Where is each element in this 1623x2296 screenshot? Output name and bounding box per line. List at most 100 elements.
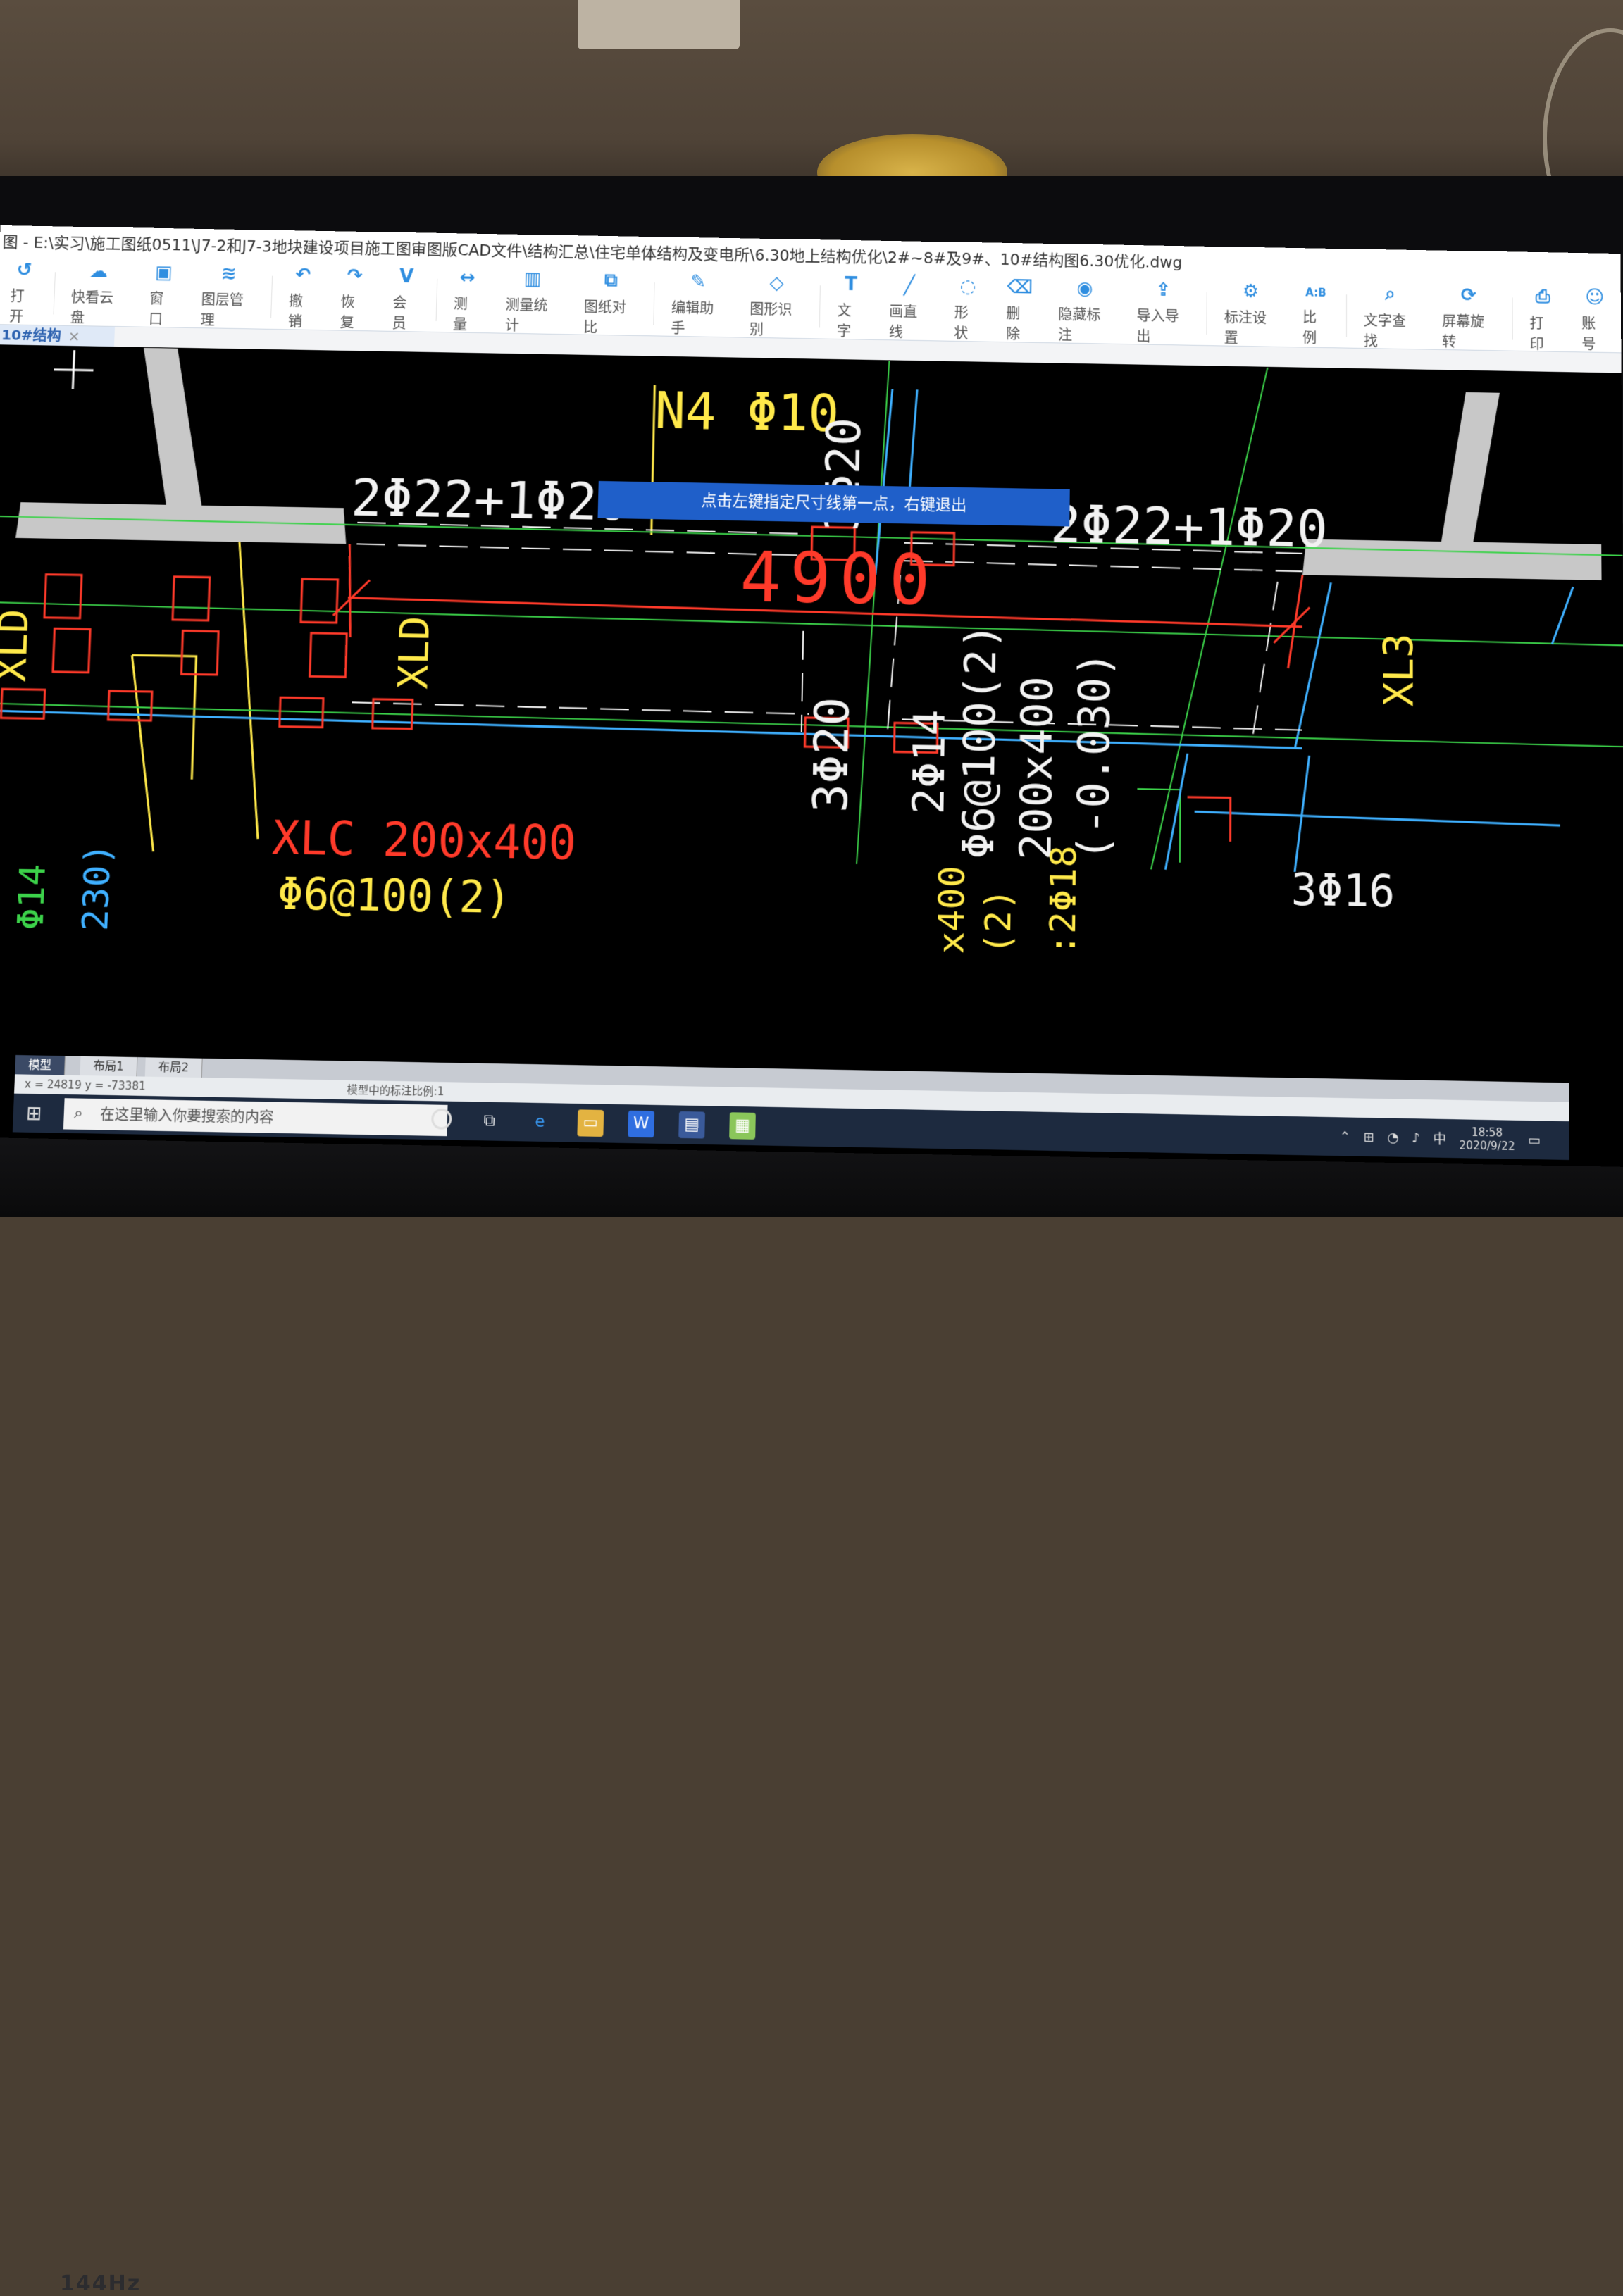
- toolbar-label: 导入导出: [1136, 307, 1179, 345]
- toolbar-button-eraser[interactable]: ⌫ 删除: [993, 276, 1046, 343]
- account-icon: ☺: [1585, 287, 1605, 308]
- label-xld-mid: XLD: [391, 616, 440, 690]
- system-tray: ⌃ ⊞ ◔ ♪ 中 18:58 2020/9/22 ▭: [1339, 1117, 1540, 1159]
- toolbar-button-measure-stats[interactable]: ▥ 测量统计: [492, 268, 572, 335]
- app-icon-blue[interactable]: W: [628, 1110, 655, 1138]
- undo-icon: ↶: [294, 264, 311, 286]
- annotation-settings-icon: ⚙: [1242, 280, 1260, 303]
- cad-viewer-icon[interactable]: ▤: [678, 1111, 705, 1139]
- label-xl3: XL3: [1376, 633, 1423, 707]
- toolbar-label: 账号: [1581, 315, 1596, 353]
- cursor-coordinates: x = 24819 y = -73381: [24, 1077, 147, 1093]
- label-xlc-stirrup: Φ6@100(2): [277, 868, 512, 924]
- toolbar-separator: [435, 278, 437, 321]
- label-frag-5: :2Φ18: [1042, 845, 1085, 956]
- search-placeholder: 在这里输入你要搜索的内容: [99, 1105, 274, 1127]
- toolbar-label: 测量: [452, 295, 468, 333]
- text-icon: T: [844, 273, 858, 296]
- toolbar-button-line[interactable]: ╱ 画直线: [876, 275, 943, 340]
- toolbar-label: 屏幕旋转: [1442, 312, 1485, 351]
- label-beam-size: 200x400: [1011, 676, 1063, 861]
- label-beam-main-rebar: 2Φ14: [904, 709, 955, 815]
- toolbar-separator: [53, 272, 56, 315]
- eraser-icon: ⌫: [1007, 276, 1033, 299]
- toolbar-button-account[interactable]: ☺ 账号: [1569, 287, 1621, 353]
- volume-icon[interactable]: ♪: [1412, 1130, 1420, 1145]
- toolbar-button-compare[interactable]: ⧉ 图纸对比: [571, 269, 650, 336]
- toolbar-button-measure[interactable]: ↔ 测量: [440, 267, 494, 333]
- measure-stats-icon: ▥: [523, 268, 542, 290]
- toolbar-button-window[interactable]: ▣ 窗口: [136, 262, 190, 327]
- toolbar-label: 文字查找: [1363, 311, 1406, 349]
- toolbar-button-shape-recognition[interactable]: ◇ 图形识别: [737, 273, 816, 338]
- vip-icon: V: [399, 266, 414, 288]
- cursor-crosshair: [53, 350, 94, 389]
- taskbar-search-input[interactable]: ⌕ 在这里输入你要搜索的内容: [63, 1098, 448, 1137]
- chevron-up-icon[interactable]: ⌃: [1339, 1129, 1350, 1144]
- cortana-icon[interactable]: [430, 1108, 452, 1130]
- clock-time: 18:58: [1471, 1125, 1503, 1140]
- tab-label: 10#结构: [1, 326, 62, 344]
- beam-lines-cyan: [0, 373, 1575, 877]
- toolbar-button-open[interactable]: ↺ 打开: [0, 259, 51, 325]
- network-icon[interactable]: ⊞: [1363, 1129, 1374, 1144]
- toolbar-label: 图纸对比: [583, 297, 627, 336]
- cloud-icon: ☁: [89, 261, 108, 282]
- toolbar-separator: [819, 285, 821, 328]
- toolbar-button-redo[interactable]: ↷ 恢复: [327, 266, 380, 331]
- toolbar-label: 图形识别: [749, 300, 792, 339]
- scale-icon: A:B: [1305, 286, 1326, 299]
- toolbar-button-hide-annotation[interactable]: ◉ 隐藏标注: [1045, 278, 1124, 344]
- toolbar-button-text-search[interactable]: ⌕ 文字查找: [1351, 282, 1429, 349]
- toolbar-separator: [653, 282, 655, 325]
- shape-recognition-icon: ◇: [769, 272, 784, 294]
- label-frag-1: Φ14: [9, 863, 54, 930]
- toolbar-button-rotate-screen[interactable]: ⟳ 屏幕旋转: [1429, 285, 1508, 350]
- clock-date: 2020/9/22: [1459, 1138, 1515, 1154]
- line-icon: ╱: [903, 275, 916, 297]
- tab-model[interactable]: 模型: [15, 1054, 66, 1075]
- toolbar-button-undo[interactable]: ↶ 撤销: [275, 264, 330, 330]
- toolbar-button-edit-assistant[interactable]: ✎ 编辑助手: [658, 271, 738, 337]
- system-clock[interactable]: 18:58 2020/9/22: [1459, 1125, 1515, 1153]
- dimension-value: 4900: [740, 537, 940, 621]
- shape-icon: ◌: [959, 275, 976, 298]
- toolbar-button-print[interactable]: ⎙ 打印: [1517, 285, 1569, 352]
- app-icon-green[interactable]: ▦: [729, 1112, 756, 1140]
- rotate-screen-icon: ⟳: [1460, 285, 1476, 306]
- label-rebar-mid-bottom: 3Φ20: [803, 697, 860, 813]
- toolbar-button-import-export[interactable]: ⇪ 导入导出: [1124, 280, 1202, 345]
- toolbar-label: 标注设置: [1224, 308, 1267, 347]
- label-frag-2: 230): [74, 842, 119, 931]
- label-frag-4: (2): [977, 888, 1019, 955]
- tab-layout2[interactable]: 布局2: [144, 1057, 203, 1078]
- ime-indicator[interactable]: 中: [1433, 1128, 1446, 1148]
- toolbar-button-cloud[interactable]: ☁ 快看云盘: [57, 261, 138, 326]
- notification-icon[interactable]: ▭: [1528, 1132, 1541, 1147]
- windows-start-icon[interactable]: ⊞: [26, 1103, 43, 1125]
- task-view-icon[interactable]: ⧉: [476, 1108, 503, 1135]
- refresh-rate-badge: 144Hz: [60, 2271, 142, 2296]
- toolbar-button-annotation-settings[interactable]: ⚙ 标注设置: [1212, 280, 1291, 347]
- label-n4: N4 Φ10: [654, 380, 840, 443]
- layers-icon: ≋: [220, 263, 237, 285]
- close-icon[interactable]: ×: [68, 327, 80, 344]
- toolbar-button-text[interactable]: T 文字: [824, 273, 877, 339]
- wifi-icon[interactable]: ◔: [1387, 1130, 1398, 1145]
- tab-10-structure[interactable]: 10#结构 ×: [0, 325, 116, 347]
- edge-browser-icon[interactable]: e: [526, 1109, 553, 1136]
- toolbar-label: 图层管理: [200, 290, 244, 329]
- text-search-icon: ⌕: [1385, 282, 1395, 305]
- toolbar-button-layers[interactable]: ≋ 图层管理: [187, 263, 268, 329]
- toolbar-button-vip[interactable]: V 会员: [379, 266, 433, 332]
- toolbar-button-shape[interactable]: ◌ 形状: [941, 275, 994, 342]
- toolbar-label: 编辑助手: [671, 299, 714, 337]
- tab-layout1[interactable]: 布局1: [80, 1056, 138, 1077]
- cad-canvas[interactable]: N4 Φ10 2Φ22+1Φ20 2Φ22+1Φ20 3Φ20 4900 3Φ2…: [0, 345, 1623, 1084]
- toolbar-label: 会员: [392, 294, 407, 332]
- toolbar-button-scale[interactable]: A:B 比例: [1290, 283, 1342, 348]
- label-xlc: XLC 200x400: [271, 811, 577, 871]
- file-explorer-icon[interactable]: ▭: [577, 1109, 604, 1137]
- toolbar-label: 测量统计: [504, 296, 548, 335]
- annotation-scale: 模型中的标注比例:1: [347, 1083, 444, 1099]
